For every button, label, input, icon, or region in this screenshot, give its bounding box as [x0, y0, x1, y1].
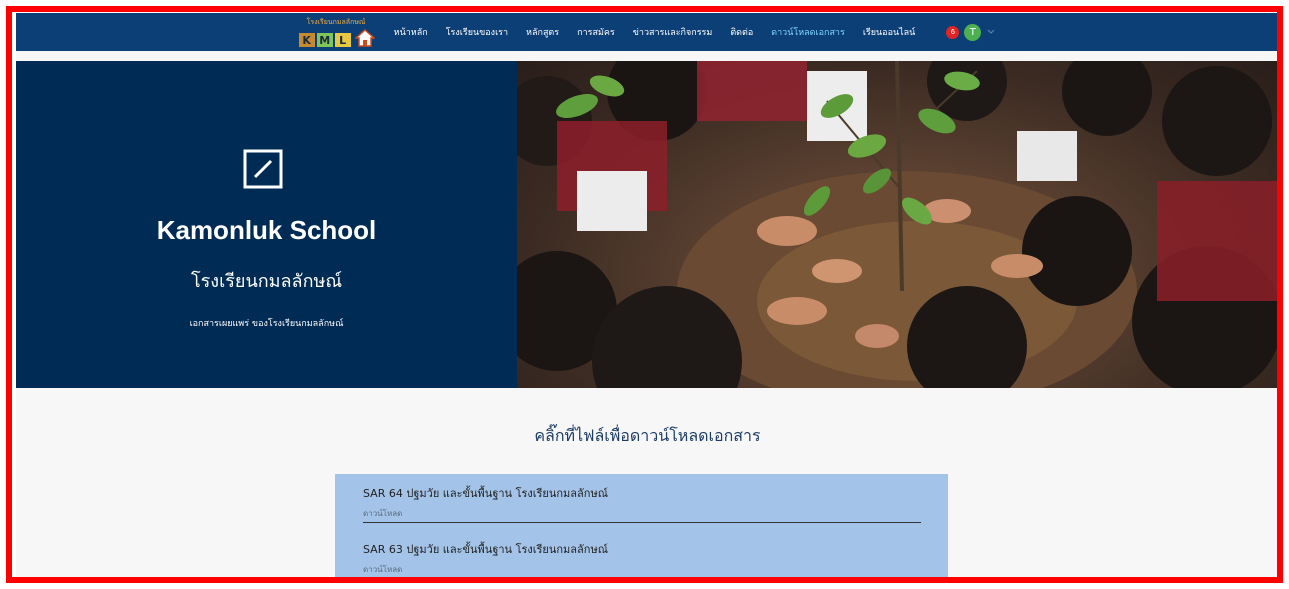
download-link[interactable]: ดาวน์โหลด	[363, 507, 921, 520]
document-item[interactable]: SAR 64 ปฐมวัย และขั้นพื้นฐาน โรงเรียนกมล…	[363, 484, 921, 523]
nav-item-home[interactable]: หน้าหลัก	[394, 25, 428, 39]
nav-item-contact[interactable]: ติดต่อ	[730, 25, 753, 39]
house-icon	[354, 29, 375, 47]
nav-item-downloads[interactable]: ดาวน์โหลดเอกสาร	[771, 25, 845, 39]
nav-item-curriculum[interactable]: หลักสูตร	[526, 25, 559, 39]
download-link[interactable]: ดาวน์โหลด	[363, 563, 921, 576]
nav-item-admission[interactable]: การสมัคร	[577, 25, 615, 39]
edit-icon	[243, 149, 283, 189]
hero-panel: Kamonluk School โรงเรียนกมลลักษณ์ เอกสาร…	[16, 61, 517, 388]
document-list: SAR 64 ปฐมวัย และขั้นพื้นฐาน โรงเรียนกมล…	[335, 474, 948, 583]
download-heading: คลิ๊กที่ไฟล์เพื่อดาวน์โหลดเอกสาร	[534, 426, 761, 445]
logo-letter-l: L	[334, 33, 351, 47]
hero-subtitle: โรงเรียนกมลลักษณ์	[190, 271, 343, 292]
nav-user-area: 6 T	[946, 23, 996, 41]
avatar[interactable]: T	[964, 23, 982, 41]
children-planting-image	[517, 61, 1279, 388]
nav-item-online-learning[interactable]: เรียนออนไลน์	[863, 25, 916, 39]
divider	[363, 522, 921, 523]
hero-description: เอกสารเผยแพร่ ของโรงเรียนกมลลักษณ์	[189, 319, 344, 329]
nav-item-our-school[interactable]: โรงเรียนของเรา	[446, 25, 508, 39]
divider	[363, 578, 921, 579]
top-nav: โรงเรียนกมลลักษณ์ K M L หน้าหลัก โรงเรีย…	[16, 13, 1279, 51]
logo-letter-k: K	[298, 33, 315, 47]
hero-title: Kamonluk School	[156, 215, 377, 245]
document-title[interactable]: SAR 64 ปฐมวัย และขั้นพื้นฐาน โรงเรียนกมล…	[363, 484, 921, 502]
document-title[interactable]: SAR 63 ปฐมวัย และขั้นพื้นฐาน โรงเรียนกมล…	[363, 540, 921, 558]
school-logo[interactable]: โรงเรียนกมลลักษณ์ K M L	[298, 17, 375, 47]
chevron-down-icon[interactable]	[986, 27, 996, 37]
logo-letter-m: M	[316, 33, 333, 47]
nav-item-news[interactable]: ข่าวสารและกิจกรรม	[633, 25, 713, 39]
hero-photo	[517, 61, 1279, 388]
logo-text: โรงเรียนกมลลักษณ์	[306, 18, 366, 26]
page: โรงเรียนกมลลักษณ์ K M L หน้าหลัก โรงเรีย…	[16, 13, 1279, 583]
notification-badge[interactable]: 6	[946, 25, 960, 39]
document-item[interactable]: SAR 63 ปฐมวัย และขั้นพื้นฐาน โรงเรียนกมล…	[363, 540, 921, 579]
